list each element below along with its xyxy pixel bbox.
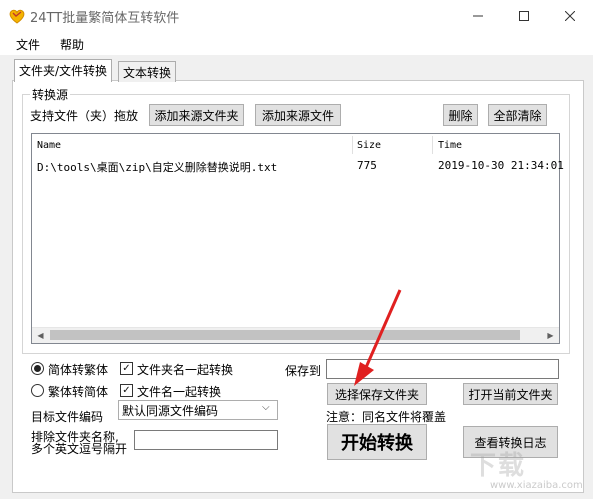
column-header-time[interactable]: Time xyxy=(438,140,462,151)
add-source-file-button[interactable]: 添加来源文件 xyxy=(255,104,341,126)
chevron-down-icon[interactable]: ⌵ xyxy=(262,402,270,413)
minimize-icon xyxy=(473,15,483,16)
red-arrow-annotation xyxy=(354,289,402,386)
add-source-folder-button[interactable]: 添加来源文件夹 xyxy=(149,104,244,126)
save-to-label: 保存到 xyxy=(285,364,322,378)
row-file-name[interactable]: D:\tools\桌面\zip\自定义删除替换说明.txt xyxy=(37,159,277,175)
scroll-left-arrow-icon[interactable]: ◀ xyxy=(32,327,49,343)
app-heart-icon xyxy=(9,9,25,24)
open-current-folder-button[interactable]: 打开当前文件夹 xyxy=(463,383,558,405)
column-header-name[interactable]: Name xyxy=(37,140,61,151)
tab-text-convert[interactable]: 文本转换 xyxy=(118,61,177,82)
menu-bar xyxy=(0,31,593,55)
radio-s2t-label[interactable]: 简体转繁体 xyxy=(48,361,108,378)
maximize-icon xyxy=(519,10,529,21)
checkbox-file-name-label[interactable]: 文件名一起转换 xyxy=(137,383,221,400)
window-title: 24TT批量繁简体互转软件 xyxy=(30,11,180,26)
exclude-folder-input[interactable] xyxy=(134,430,278,450)
checkbox-file-name[interactable]: ✓ xyxy=(120,384,133,397)
scrollbar-thumb[interactable] xyxy=(50,330,520,340)
row-file-size[interactable]: 775 xyxy=(357,159,377,172)
column-header-size[interactable]: Size xyxy=(357,140,381,151)
menu-file[interactable]: 文件 xyxy=(16,36,40,53)
menu-help[interactable]: 帮助 xyxy=(60,36,84,53)
close-icon xyxy=(565,10,575,21)
source-group-title: 转换源 xyxy=(30,86,71,103)
tab-folder-file-convert[interactable]: 文件夹/文件转换 xyxy=(14,59,113,82)
exclude-folder-hint: 多个英文逗号隔开 xyxy=(31,442,128,456)
column-divider xyxy=(352,136,353,154)
overwrite-note: 注意：同名文件将覆盖 xyxy=(326,410,447,424)
drag-drop-hint: 支持文件（夹）拖放 xyxy=(30,109,139,123)
watermark-logo: 下载 xyxy=(470,451,527,481)
column-divider xyxy=(432,136,433,154)
watermark-url: www.xiazaiba.com xyxy=(490,480,583,491)
checkbox-folder-name-label[interactable]: 文件夹名一起转换 xyxy=(137,361,233,378)
row-file-time[interactable]: 2019-10-30 21:34:01 xyxy=(438,159,564,172)
encoding-selected-value: 默认同源文件编码 xyxy=(122,404,219,418)
maximize-button[interactable] xyxy=(501,0,547,31)
delete-button[interactable]: 删除 xyxy=(443,104,478,126)
radio-simplified-to-traditional[interactable] xyxy=(31,362,44,375)
clear-all-button[interactable]: 全部清除 xyxy=(488,104,547,126)
checkbox-folder-name[interactable]: ✓ xyxy=(120,362,133,375)
encoding-label: 目标文件编码 xyxy=(31,410,104,424)
radio-selected-dot xyxy=(34,365,41,372)
radio-t2s-label[interactable]: 繁体转简体 xyxy=(48,383,108,400)
minimize-button[interactable] xyxy=(455,0,501,31)
close-button[interactable] xyxy=(547,0,593,31)
radio-traditional-to-simplified[interactable] xyxy=(31,384,44,397)
scroll-right-arrow-icon[interactable]: ▶ xyxy=(542,327,559,343)
start-convert-button[interactable]: 开始转换 xyxy=(327,424,427,460)
